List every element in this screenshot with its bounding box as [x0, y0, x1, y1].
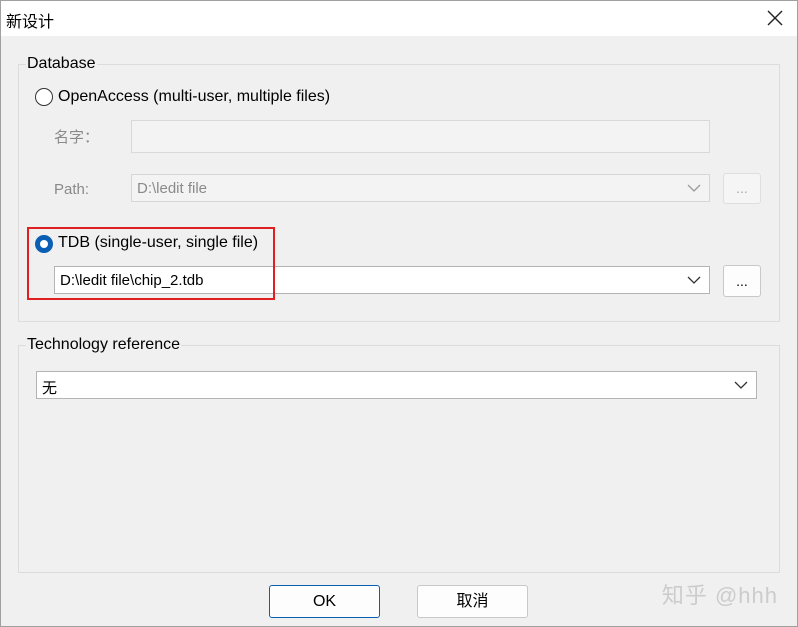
close-icon	[767, 10, 783, 26]
window-title: 新设计	[6, 14, 55, 31]
path-browse-button[interactable]: ...	[723, 173, 761, 204]
database-group-label: Database	[26, 55, 97, 73]
path-combo-value: D:\ledit file	[137, 180, 208, 197]
chevron-down-icon	[687, 184, 701, 192]
tdb-file-value: D:\ledit file\chip_2.tdb	[60, 272, 204, 289]
technology-group-label: Technology reference	[26, 336, 181, 354]
tdb-file-combo[interactable]: D:\ledit file\chip_2.tdb	[54, 266, 710, 294]
chevron-down-icon	[687, 276, 701, 284]
name-label: 名字：	[54, 129, 100, 146]
watermark: 知乎 @hhh	[661, 583, 778, 608]
name-field[interactable]	[131, 120, 710, 153]
openaccess-radio[interactable]	[35, 88, 53, 106]
tdb-radio-label[interactable]: TDB (single-user, single file)	[58, 234, 258, 252]
tdb-radio[interactable]	[35, 235, 53, 253]
ok-button[interactable]: OK	[269, 585, 380, 618]
path-label: Path:	[54, 181, 90, 198]
cancel-button[interactable]: 取消	[417, 585, 528, 618]
chevron-down-icon	[734, 381, 748, 389]
close-button[interactable]	[752, 0, 798, 36]
tdb-browse-button[interactable]: ...	[723, 265, 761, 297]
technology-combo-value: 无	[42, 380, 58, 397]
openaccess-radio-label[interactable]: OpenAccess (multi-user, multiple files)	[58, 88, 330, 106]
title-bar: 新设计	[0, 0, 798, 36]
technology-combo[interactable]: 无	[36, 371, 757, 399]
path-combo[interactable]: D:\ledit file	[131, 174, 710, 202]
